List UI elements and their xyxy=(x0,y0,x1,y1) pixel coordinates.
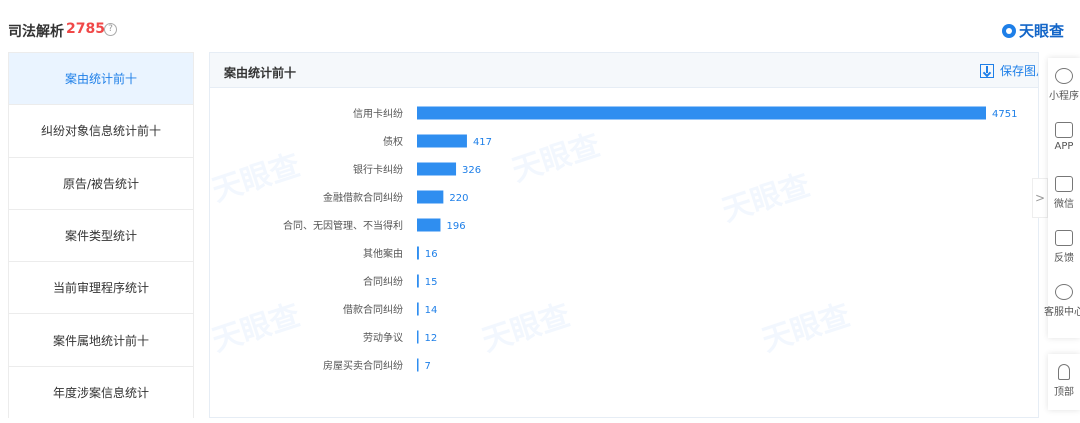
page-header: 司法解析 2785 ? 天眼查 xyxy=(0,0,1080,46)
category-label: 金融借款合同纠纷 xyxy=(323,191,403,204)
bar[interactable] xyxy=(417,106,986,120)
bar[interactable] xyxy=(417,190,444,204)
category-label: 其他案由 xyxy=(363,247,403,260)
category-label: 合同纠纷 xyxy=(363,275,403,288)
float-label: 反馈 xyxy=(1054,253,1074,264)
category-label: 合同、无因管理、不当得利 xyxy=(283,219,403,232)
value-label: 220 xyxy=(449,193,468,204)
category-label: 债权 xyxy=(383,135,403,148)
value-label: 326 xyxy=(462,165,481,176)
brand-mark-icon xyxy=(1001,23,1016,38)
sidebar-item[interactable]: 纠纷对象信息统计前十 xyxy=(9,105,193,158)
bar-chart-svg: 信用卡纠纷 4751 债权 417 银行卡纠纷 326 金融借款合同纠纷 220 合同、无因管理… xyxy=(283,106,1017,372)
category-label: 银行卡纠纷 xyxy=(353,163,403,176)
panel-title: 案由统计前十 xyxy=(224,66,297,80)
value-label: 7 xyxy=(425,361,431,372)
float-mini-program-button[interactable]: 小程序 xyxy=(1044,68,1080,102)
panel-header: 案由统计前十 保存图片 xyxy=(210,53,1038,88)
sidebar-item[interactable]: 年度涉案信息统计 xyxy=(9,366,193,420)
section-title: 司法解析 xyxy=(8,24,64,40)
phone-icon xyxy=(1055,122,1073,138)
float-service-button[interactable]: 客服中心 xyxy=(1044,284,1080,318)
value-label: 12 xyxy=(425,333,438,344)
bar[interactable] xyxy=(417,274,419,288)
category-label: 借款合同纠纷 xyxy=(343,303,403,316)
save-image-button[interactable]: 保存图片 xyxy=(980,62,1038,79)
value-label: 196 xyxy=(446,221,465,232)
category-label: 劳动争议 xyxy=(363,331,403,344)
qrcode-icon xyxy=(1055,176,1073,192)
feedback-icon xyxy=(1055,230,1073,246)
case-cause-chart: 信用卡纠纷 4751 债权 417 银行卡纠纷 326 金融借款合同纠纷 220 合同、无因管理… xyxy=(210,89,1038,417)
category-label: 房屋买卖合同纠纷 xyxy=(323,359,403,372)
save-image-label: 保存图片 xyxy=(1000,64,1038,78)
case-count: 2785 xyxy=(66,21,105,37)
back-to-top-label: 顶部 xyxy=(1054,387,1074,398)
sidebar-item[interactable]: 案由统计前十 xyxy=(9,53,193,106)
download-icon xyxy=(980,63,994,78)
value-label: 14 xyxy=(425,305,438,316)
bar[interactable] xyxy=(417,134,467,148)
value-label: 16 xyxy=(425,249,438,260)
value-label: 15 xyxy=(425,277,438,288)
bar[interactable] xyxy=(417,162,457,176)
float-label: 客服中心 xyxy=(1044,307,1080,318)
rocket-icon xyxy=(1058,364,1070,380)
back-to-top-button[interactable]: 顶部 xyxy=(1048,354,1080,410)
stat-sidebar: 案由统计前十 纠纷对象信息统计前十 原告/被告统计 案件类型统计 当前审理程序统计 案件属… xyxy=(8,52,194,420)
bar[interactable] xyxy=(417,246,419,260)
float-label: 微信 xyxy=(1054,199,1074,210)
category-label: 信用卡纠纷 xyxy=(353,107,403,120)
float-toolbar: 小程序 APP 微信反馈客服中心 xyxy=(1044,58,1080,338)
float-phone-button[interactable]: APP xyxy=(1044,122,1080,152)
help-icon[interactable]: ? xyxy=(104,23,117,36)
brand-name: 天眼查 xyxy=(1018,22,1064,40)
float-feedback-button[interactable]: 反馈 xyxy=(1044,230,1080,264)
bar[interactable] xyxy=(417,302,419,316)
value-label: 417 xyxy=(473,137,492,148)
sidebar-item[interactable]: 案件属地统计前十 xyxy=(9,314,193,367)
mini-program-icon xyxy=(1055,68,1073,84)
bar[interactable] xyxy=(417,330,419,344)
service-icon xyxy=(1055,284,1073,300)
sidebar-item[interactable]: 案件类型统计 xyxy=(9,209,193,263)
float-qrcode-button[interactable]: 微信 xyxy=(1044,176,1080,210)
float-label: APP xyxy=(1054,141,1074,152)
sidebar-item[interactable]: 当前审理程序统计 xyxy=(9,262,193,315)
value-label: 4751 xyxy=(992,109,1017,120)
bar[interactable] xyxy=(417,218,441,232)
brand-logo: 天眼查 xyxy=(1001,20,1064,41)
sidebar-item[interactable]: 原告/被告统计 xyxy=(9,157,193,210)
bar[interactable] xyxy=(417,358,419,372)
float-label: 小程序 xyxy=(1049,91,1079,102)
chart-panel: 案由统计前十 保存图片 天眼查 天眼查 天眼查 天眼查 天眼查 天眼查 信用卡纠… xyxy=(209,52,1039,418)
